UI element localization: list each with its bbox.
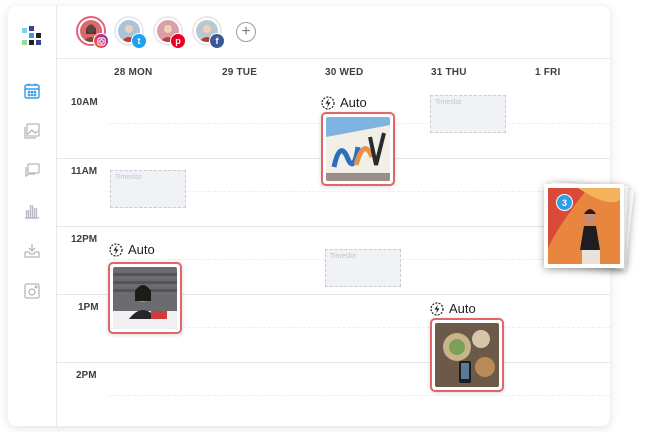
scheduled-post-thu[interactable] <box>430 318 504 392</box>
timeslot-mon-11am[interactable]: Timeslot <box>110 170 186 208</box>
half-hour-divider <box>108 395 610 396</box>
hour-label-1pm: 1PM <box>78 302 99 313</box>
timeslot-thu-10am[interactable]: Timeslot <box>430 95 506 133</box>
dragged-media-stack[interactable] <box>540 180 634 272</box>
day-header-thu: 31 THU <box>431 67 467 78</box>
day-header-wed: 30 WED <box>325 67 364 78</box>
image-library-icon[interactable] <box>23 122 41 140</box>
facebook-icon: f <box>209 33 225 49</box>
auto-publish-label-thu: Auto <box>430 301 476 316</box>
day-header-fri: 1 FRI <box>535 67 561 78</box>
post-thumbnail <box>435 323 499 387</box>
profile-bar: t p f + <box>56 6 610 59</box>
dragged-media-card-front <box>544 184 624 268</box>
hour-label-2pm: 2PM <box>76 370 97 381</box>
auto-label-text: Auto <box>340 95 367 110</box>
profile-avatar-instagram[interactable] <box>76 16 109 49</box>
hour-label-12pm: 12PM <box>71 234 98 245</box>
auto-publish-label-wed: Auto <box>321 95 367 110</box>
add-profile-button[interactable]: + <box>236 22 256 42</box>
profile-avatar-pinterest[interactable]: p <box>153 16 186 49</box>
twitter-icon: t <box>131 33 147 49</box>
profile-avatar-facebook[interactable]: f <box>192 16 225 49</box>
day-header-tue: 29 TUE <box>222 67 258 78</box>
hour-label-10am: 10AM <box>71 97 98 108</box>
auto-label-text: Auto <box>128 242 155 257</box>
sidebar <box>8 6 57 426</box>
timeslot-wed-12pm[interactable]: Timeslot <box>325 249 401 287</box>
hour-label-11am: 11AM <box>71 166 98 177</box>
auto-publish-icon <box>109 242 123 257</box>
scheduled-post-wed[interactable] <box>321 112 395 186</box>
post-thumbnail <box>326 117 390 181</box>
bar-chart-icon[interactable] <box>23 202 41 220</box>
auto-publish-icon <box>321 95 335 110</box>
instagram-frame-icon[interactable] <box>23 282 41 300</box>
chat-icon[interactable] <box>23 162 41 180</box>
day-header-mon: 28 MON <box>114 67 153 78</box>
scheduled-post-mon[interactable] <box>108 262 182 334</box>
pinterest-icon: p <box>170 33 186 49</box>
post-thumbnail <box>113 267 177 329</box>
hour-divider <box>56 226 610 227</box>
half-hour-divider <box>108 327 610 328</box>
auto-publish-label-mon: Auto <box>109 242 155 257</box>
profile-avatar-twitter[interactable]: t <box>114 16 147 49</box>
instagram-icon <box>93 33 109 49</box>
auto-publish-icon <box>430 301 444 316</box>
app-window: t p f + 28 MON 29 TUE 30 WED 31 THU 1 FR… <box>8 6 610 426</box>
selected-count-badge: 3 <box>556 194 573 211</box>
inbox-download-icon[interactable] <box>23 242 41 260</box>
hour-divider <box>56 362 610 363</box>
auto-label-text: Auto <box>449 301 476 316</box>
calendar-icon[interactable] <box>23 82 41 100</box>
later-logo-icon[interactable] <box>20 24 44 48</box>
